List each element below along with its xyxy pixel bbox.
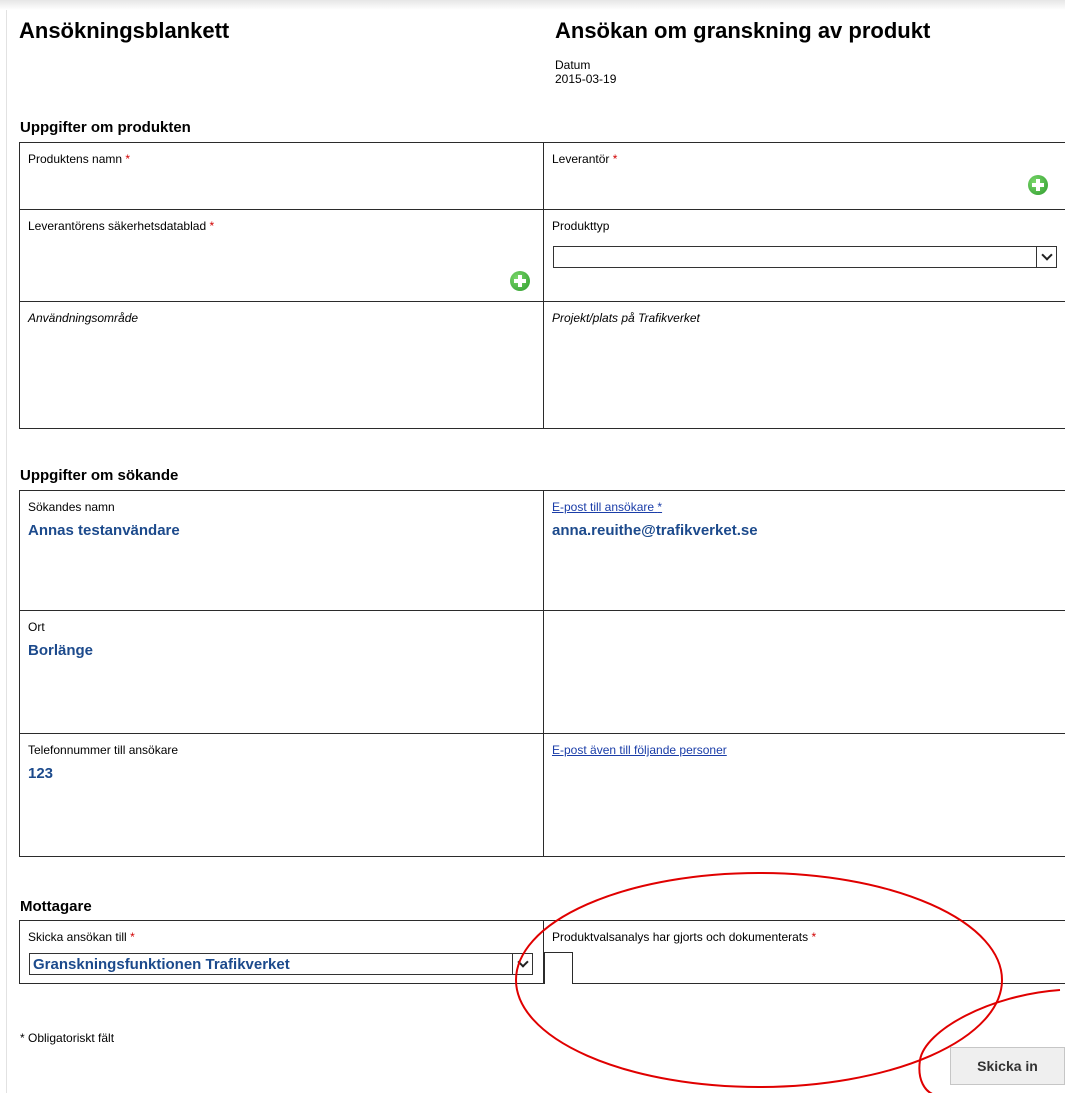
product-name-cell[interactable]: Produktens namn * [20, 143, 544, 210]
applicant-grid: Sökandes namn Annas testanvändare E-post… [19, 490, 1065, 857]
required-mark: * [209, 219, 215, 233]
analysis-cell: Produktvalsanalys har gjorts och dokumen… [544, 921, 1065, 984]
page-title: Ansökningsblankett [19, 18, 230, 43]
usage-area-cell[interactable]: Användningsområde [20, 302, 544, 429]
add-datasheet-icon[interactable] [510, 271, 530, 291]
chevron-down-icon[interactable] [512, 954, 532, 974]
applicant-email-value: anna.reuithe@trafikverket.se [552, 522, 758, 539]
phone-label: Telefonnummer till ansökare [28, 743, 179, 757]
product-type-select[interactable] [553, 246, 1057, 268]
required-mark: * [130, 930, 135, 944]
section-title-recipient: Mottagare [20, 898, 92, 915]
applicant-name-label: Sökandes namn [28, 500, 115, 514]
submit-button[interactable]: Skicka in [950, 1047, 1065, 1085]
supplier-cell[interactable]: Leverantör * [544, 143, 1065, 210]
recipient-grid: Skicka ansökan till * Granskningsfunktio… [19, 920, 1065, 984]
form-title: Ansökan om granskning av produkt [555, 18, 931, 43]
section-title-product: Uppgifter om produkten [20, 119, 191, 136]
safety-datasheet-cell: Leverantörens säkerhetsdatablad * [20, 210, 544, 302]
usage-area-label: Användningsområde [28, 311, 139, 325]
left-border [6, 10, 7, 1093]
supplier-label: Leverantör [552, 152, 610, 166]
project-label: Projekt/plats på Trafikverket [552, 311, 700, 325]
send-to-select[interactable]: Granskningsfunktionen Trafikverket [29, 953, 533, 975]
cc-email-cell: E-post även till följande personer [544, 734, 1065, 857]
product-name-label: Produktens namn [28, 152, 123, 166]
required-mark: * [612, 152, 618, 166]
section-title-applicant: Uppgifter om sökande [20, 467, 179, 484]
analysis-checkbox[interactable] [544, 952, 573, 984]
phone-cell: Telefonnummer till ansökare 123 [20, 734, 544, 857]
applicant-name-cell: Sökandes namn Annas testanvändare [20, 491, 544, 611]
analysis-label: Produktvalsanalys har gjorts och dokumen… [552, 930, 809, 944]
top-shadow [0, 0, 1065, 10]
project-cell[interactable]: Projekt/plats på Trafikverket [544, 302, 1065, 429]
product-grid: Produktens namn * Leverantör * Leverantö… [19, 142, 1065, 429]
add-supplier-icon[interactable] [1028, 175, 1048, 195]
product-type-cell: Produkttyp [544, 210, 1065, 302]
date-label: Datum [555, 58, 591, 72]
send-to-value: Granskningsfunktionen Trafikverket [33, 956, 290, 973]
city-cell: Ort Borlänge [20, 611, 544, 734]
required-footnote: * Obligatoriskt fält [20, 1031, 115, 1045]
applicant-email-cell: E-post till ansökare * anna.reuithe@traf… [544, 491, 1065, 611]
safety-datasheet-label: Leverantörens säkerhetsdatablad [28, 219, 207, 233]
send-to-label: Skicka ansökan till [28, 930, 127, 944]
date-value: 2015-03-19 [555, 72, 617, 86]
chevron-down-icon[interactable] [1036, 247, 1056, 267]
required-mark: * [811, 930, 817, 944]
cc-email-link[interactable]: E-post även till följande personer [552, 743, 727, 757]
send-to-cell: Skicka ansökan till * Granskningsfunktio… [20, 921, 544, 984]
product-type-label: Produkttyp [552, 219, 610, 233]
phone-value: 123 [28, 765, 54, 782]
applicant-name-value: Annas testanvändare [28, 522, 180, 539]
empty-cell [544, 611, 1065, 734]
city-value: Borlänge [28, 642, 94, 659]
application-form-page: Ansökningsblankett Ansökan om granskning… [0, 0, 1065, 1093]
required-mark: * [125, 152, 131, 166]
applicant-email-link[interactable]: E-post till ansökare * [552, 500, 662, 514]
city-label: Ort [28, 620, 45, 634]
